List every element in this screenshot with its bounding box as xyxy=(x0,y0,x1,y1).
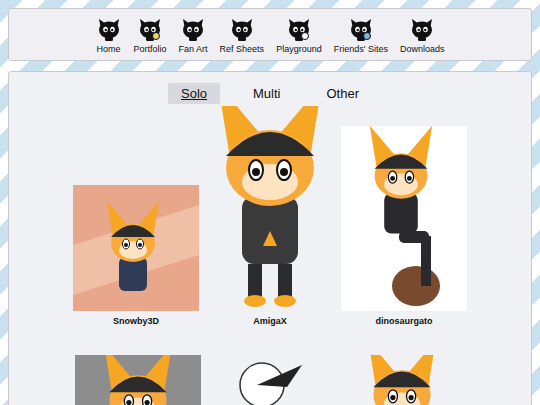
gallery-row: Snowby3D AmigaX dinosaurgato xyxy=(17,106,523,327)
cat-icon xyxy=(229,16,255,42)
gallery-item[interactable] xyxy=(339,355,465,405)
cat-icon xyxy=(409,16,435,42)
tab[interactable]: Other xyxy=(313,83,372,104)
cat-icon xyxy=(348,16,374,42)
gallery-item[interactable] xyxy=(207,355,333,405)
artwork-caption: AmigaX xyxy=(253,316,287,327)
cat-icon xyxy=(180,16,206,42)
nav-link[interactable]: Ref Sheets xyxy=(220,16,265,55)
artwork-caption: Snowby3D xyxy=(113,316,159,327)
nav-label: Portfolio xyxy=(134,44,167,55)
tab[interactable]: Multi xyxy=(240,83,293,104)
cat-icon xyxy=(137,16,163,42)
artwork-image xyxy=(73,185,199,311)
artwork-image xyxy=(341,126,467,311)
nav-link[interactable]: Fan Art xyxy=(179,16,208,55)
nav-label: Friends' Sites xyxy=(334,44,388,55)
gallery-panel: Solo Multi Other Snowby3D AmigaX dinosaurgat… xyxy=(8,71,532,405)
artwork-image xyxy=(75,355,201,405)
artwork-image xyxy=(339,355,465,405)
gallery-item[interactable]: Snowby3D xyxy=(73,185,199,327)
gallery-item[interactable] xyxy=(75,355,201,405)
nav-link[interactable]: Downloads xyxy=(400,16,445,55)
gallery-row xyxy=(17,355,523,405)
nav-link[interactable]: Portfolio xyxy=(134,16,167,55)
nav-label: Ref Sheets xyxy=(220,44,265,55)
cat-icon xyxy=(286,16,312,42)
nav-label: Downloads xyxy=(400,44,445,55)
nav-link[interactable]: Friends' Sites xyxy=(334,16,388,55)
gallery-item[interactable]: AmigaX xyxy=(205,106,335,327)
site-nav: Home Portfolio Fan Art Ref Sheets Playground… xyxy=(8,8,532,61)
artwork-caption: dinosaurgato xyxy=(375,316,432,327)
nav-label: Home xyxy=(97,44,121,55)
tab-bar: Solo Multi Other xyxy=(17,83,523,104)
tab[interactable]: Solo xyxy=(168,83,220,104)
nav-link[interactable]: Playground xyxy=(276,16,322,55)
nav-label: Playground xyxy=(276,44,322,55)
nav-label: Fan Art xyxy=(179,44,208,55)
artwork-image xyxy=(205,106,335,311)
gallery-item[interactable]: dinosaurgato xyxy=(341,126,467,327)
nav-link[interactable]: Home xyxy=(96,16,122,55)
artwork-image xyxy=(207,355,333,405)
cat-icon xyxy=(96,16,122,42)
